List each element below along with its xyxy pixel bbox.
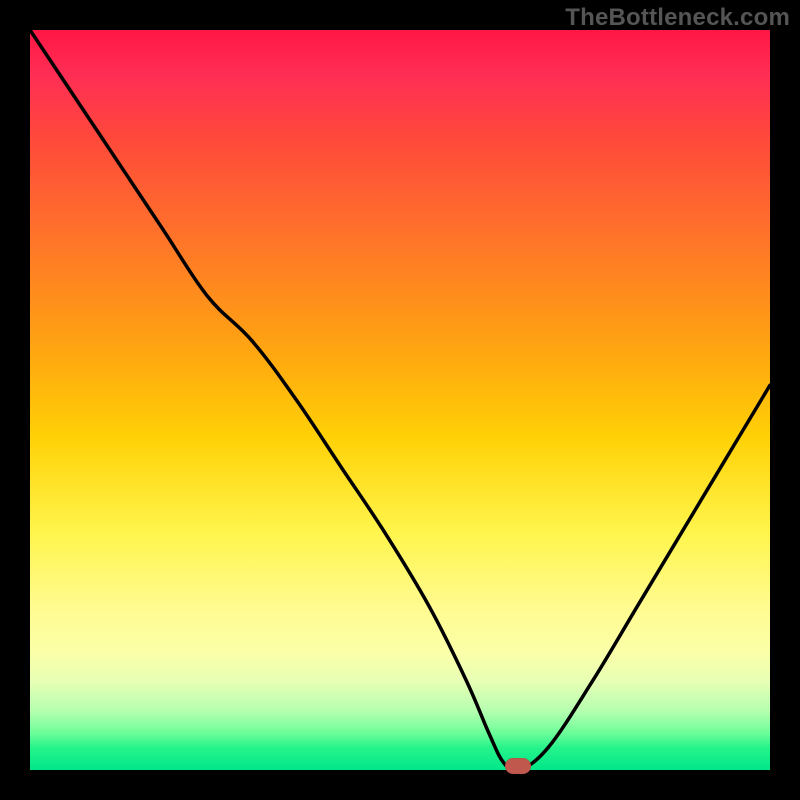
watermark-text: TheBottleneck.com <box>565 4 790 32</box>
bottleneck-curve <box>30 30 770 770</box>
optimal-point-marker <box>505 758 531 774</box>
chart-frame: TheBottleneck.com <box>0 0 800 800</box>
plot-area <box>30 30 770 770</box>
